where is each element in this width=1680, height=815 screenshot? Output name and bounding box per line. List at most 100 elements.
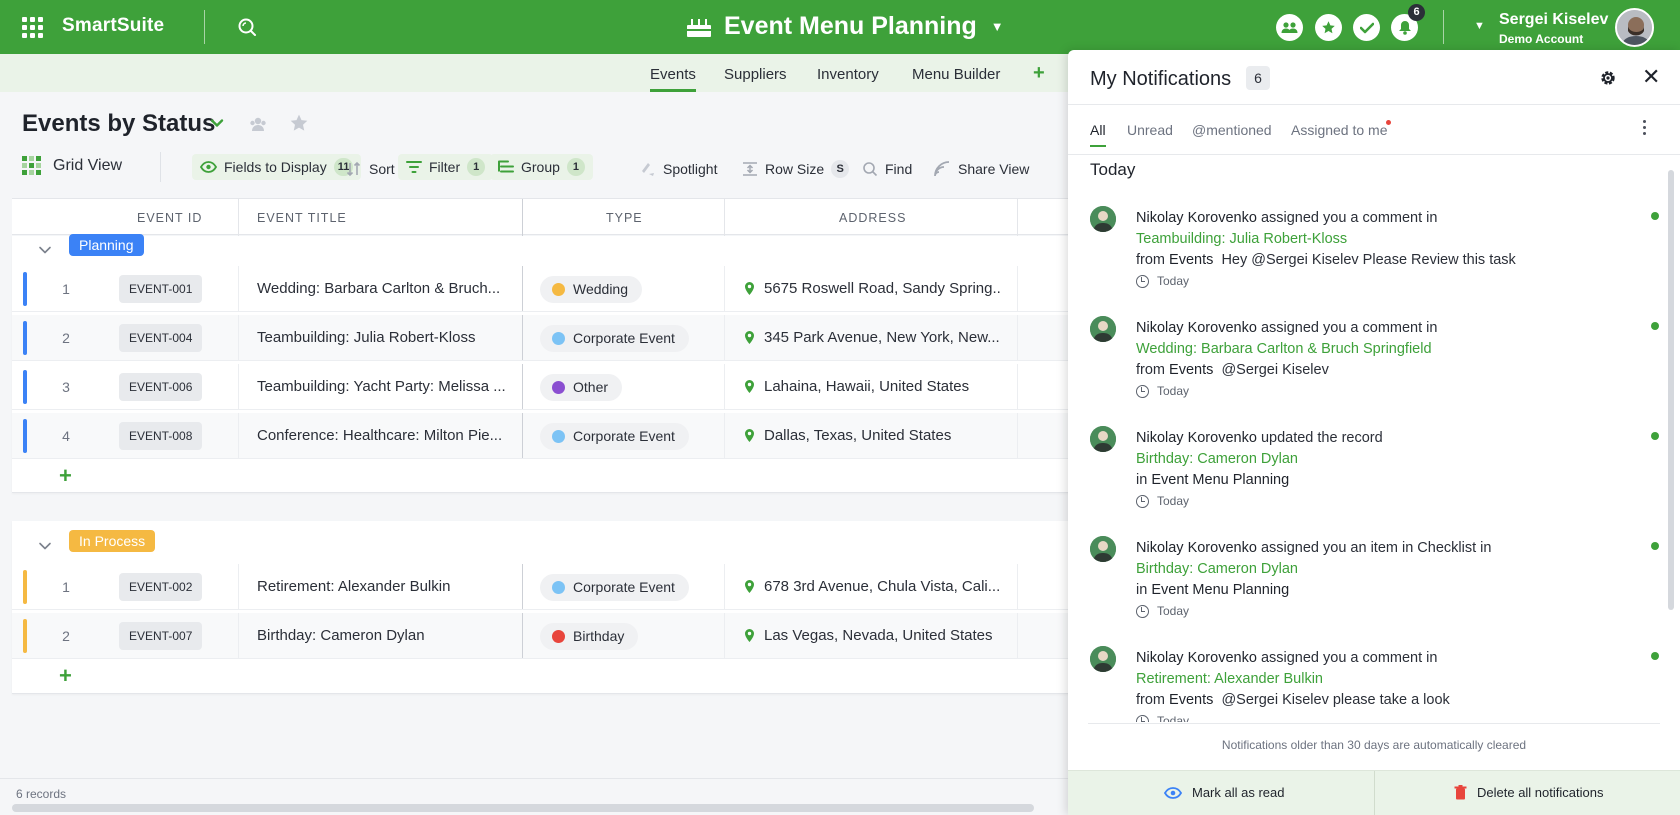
table-row[interactable]: 4 EVENT-008 Conference: Healthcare: Milt…	[12, 413, 1088, 459]
address-cell[interactable]: Lahaina, Hawaii, United States	[745, 378, 1000, 395]
group-label-badge[interactable]: In Process	[69, 530, 156, 552]
tab-inventory[interactable]: Inventory	[817, 66, 879, 83]
filter-button[interactable]: Filter 1	[398, 154, 494, 180]
type-color-dot	[552, 630, 565, 643]
column-header-event-title[interactable]: EVENT TITLE	[257, 211, 347, 225]
add-record-plus-icon[interactable]: +	[59, 463, 72, 489]
type-tag[interactable]: Birthday	[540, 623, 639, 650]
column-header-event-id[interactable]: EVENT ID	[137, 211, 202, 225]
record-link[interactable]: Birthday: Cameron Dylan	[1136, 561, 1298, 577]
type-tag[interactable]: Corporate Event	[540, 423, 689, 450]
event-id-chip[interactable]: EVENT-004	[119, 324, 203, 352]
tab-events[interactable]: Events	[650, 66, 696, 92]
event-title-cell[interactable]: Teambuilding: Yacht Party: Melissa ...	[257, 378, 507, 395]
event-title-cell[interactable]: Teambuilding: Julia Robert-Kloss	[257, 329, 507, 346]
notification-item[interactable]: Nikolay Korovenko updated the record Bir…	[1090, 426, 1660, 526]
address-cell[interactable]: Las Vegas, Nevada, United States	[745, 627, 1000, 644]
table-row[interactable]: 2 EVENT-007 Birthday: Cameron Dylan Birt…	[12, 613, 1072, 659]
notification-item[interactable]: Nikolay Korovenko assigned you an item i…	[1090, 536, 1660, 636]
app-logo[interactable]: SmartSuite	[62, 15, 164, 37]
type-tag[interactable]: Wedding	[540, 276, 643, 303]
record-link[interactable]: Teambuilding: Julia Robert-Kloss	[1136, 231, 1347, 247]
my-tasks-check-icon[interactable]	[1353, 14, 1380, 41]
share-view-button[interactable]: Share View	[934, 156, 1029, 182]
event-title-cell[interactable]: Birthday: Cameron Dylan	[257, 627, 507, 644]
search-icon[interactable]	[237, 17, 257, 37]
table-row[interactable]: 3 EVENT-006 Teambuilding: Yacht Party: M…	[12, 364, 1088, 410]
tab-suppliers[interactable]: Suppliers	[724, 66, 787, 83]
event-id-chip[interactable]: EVENT-006	[119, 373, 203, 401]
view-type-selector[interactable]: Grid View	[22, 156, 122, 175]
notification-item[interactable]: Nikolay Korovenko assigned you a comment…	[1090, 206, 1660, 306]
user-name[interactable]: Sergei Kiselev	[1499, 11, 1608, 29]
view-members-icon[interactable]	[249, 116, 267, 137]
close-icon[interactable]: ✕	[1642, 66, 1660, 88]
notifications-scrollbar[interactable]	[1668, 170, 1674, 610]
unread-dot[interactable]	[1651, 432, 1659, 440]
add-record-plus-icon[interactable]: +	[59, 663, 72, 689]
group-button[interactable]: Group 1	[490, 154, 593, 180]
record-link[interactable]: Retirement: Alexander Bulkin	[1136, 671, 1323, 687]
row-size-button[interactable]: Row Size S	[742, 156, 850, 182]
event-id-chip[interactable]: EVENT-008	[119, 422, 203, 450]
caret-down-icon[interactable]: ▼	[1474, 20, 1485, 32]
tab-mentioned[interactable]: @mentioned	[1192, 122, 1272, 138]
tab-unread[interactable]: Unread	[1127, 122, 1173, 138]
event-title-cell[interactable]: Retirement: Alexander Bulkin	[257, 578, 507, 595]
unread-dot[interactable]	[1651, 542, 1659, 550]
table-row[interactable]: 1 EVENT-002 Retirement: Alexander Bulkin…	[12, 564, 1072, 610]
notification-text: Nikolay Korovenko assigned you a comment…	[1136, 650, 1437, 666]
tab-assigned-to-me[interactable]: Assigned to me	[1291, 122, 1388, 138]
view-title[interactable]: Events by Status	[22, 110, 215, 138]
notification-item[interactable]: Nikolay Korovenko assigned you a comment…	[1090, 646, 1660, 722]
favorite-view-star-icon[interactable]	[289, 113, 309, 139]
apps-grid-icon[interactable]	[22, 17, 43, 38]
notification-item[interactable]: Nikolay Korovenko assigned you a comment…	[1090, 316, 1660, 416]
event-id-chip[interactable]: EVENT-001	[119, 275, 203, 303]
type-tag[interactable]: Corporate Event	[540, 574, 689, 601]
solution-switcher[interactable]: Event Menu Planning ▼	[686, 12, 1004, 41]
address-cell[interactable]: Dallas, Texas, United States	[745, 427, 1000, 444]
column-header-address[interactable]: ADDRESS	[839, 211, 906, 225]
horizontal-scrollbar[interactable]	[12, 804, 1034, 812]
find-button[interactable]: Find	[862, 156, 912, 182]
column-separator	[724, 413, 725, 458]
address-cell[interactable]: 5675 Roswell Road, Sandy Spring...	[745, 280, 1000, 297]
type-tag[interactable]: Corporate Event	[540, 325, 689, 352]
table-row[interactable]: 2 EVENT-004 Teambuilding: Julia Robert-K…	[12, 315, 1072, 361]
group-label-badge[interactable]: Planning	[69, 234, 144, 256]
chevron-down-icon[interactable]	[38, 243, 52, 257]
event-id-chip[interactable]: EVENT-002	[119, 573, 203, 601]
record-link[interactable]: Birthday: Cameron Dylan	[1136, 451, 1298, 467]
event-id-chip[interactable]: EVENT-007	[119, 622, 203, 650]
more-options-icon[interactable]	[1643, 120, 1647, 138]
add-table-plus-icon[interactable]: +	[1033, 62, 1045, 85]
event-title-cell[interactable]: Conference: Healthcare: Milton Pie...	[257, 427, 507, 444]
gear-icon[interactable]	[1598, 68, 1618, 88]
table-row[interactable]: 1 EVENT-001 Wedding: Barbara Carlton & B…	[12, 266, 1072, 312]
comment-text: @Sergei Kiselev	[1221, 362, 1329, 378]
fields-to-display-button[interactable]: Fields to Display 11	[192, 154, 362, 180]
type-tag[interactable]: Other	[540, 374, 623, 401]
members-icon[interactable]	[1276, 14, 1303, 41]
record-link[interactable]: Wedding: Barbara Carlton & Bruch Springf…	[1136, 341, 1432, 357]
event-title-cell[interactable]: Wedding: Barbara Carlton & Bruch...	[257, 280, 507, 297]
address-cell[interactable]: 678 3rd Avenue, Chula Vista, Cali...	[745, 578, 1000, 595]
unread-dot[interactable]	[1651, 652, 1659, 660]
sort-button[interactable]: Sort	[346, 156, 395, 182]
address-cell[interactable]: 345 Park Avenue, New York, New...	[745, 329, 1000, 346]
spotlight-button[interactable]: Spotlight	[640, 156, 717, 182]
column-header-type[interactable]: TYPE	[606, 211, 643, 225]
actor-avatar	[1090, 536, 1116, 562]
user-avatar[interactable]	[1615, 8, 1654, 47]
unread-dot[interactable]	[1651, 322, 1659, 330]
tab-all[interactable]: All	[1090, 122, 1106, 147]
chevron-down-icon[interactable]	[210, 116, 224, 130]
tab-menu-builder[interactable]: Menu Builder	[912, 66, 1000, 83]
action-text: assigned you a comment in	[1260, 650, 1438, 666]
chevron-down-icon[interactable]	[38, 539, 52, 553]
unread-dot[interactable]	[1651, 212, 1659, 220]
favorites-star-icon[interactable]	[1315, 14, 1342, 41]
delete-all-notifications-button[interactable]: Delete all notifications	[1454, 785, 1603, 800]
mark-all-read-button[interactable]: Mark all as read	[1164, 785, 1284, 800]
